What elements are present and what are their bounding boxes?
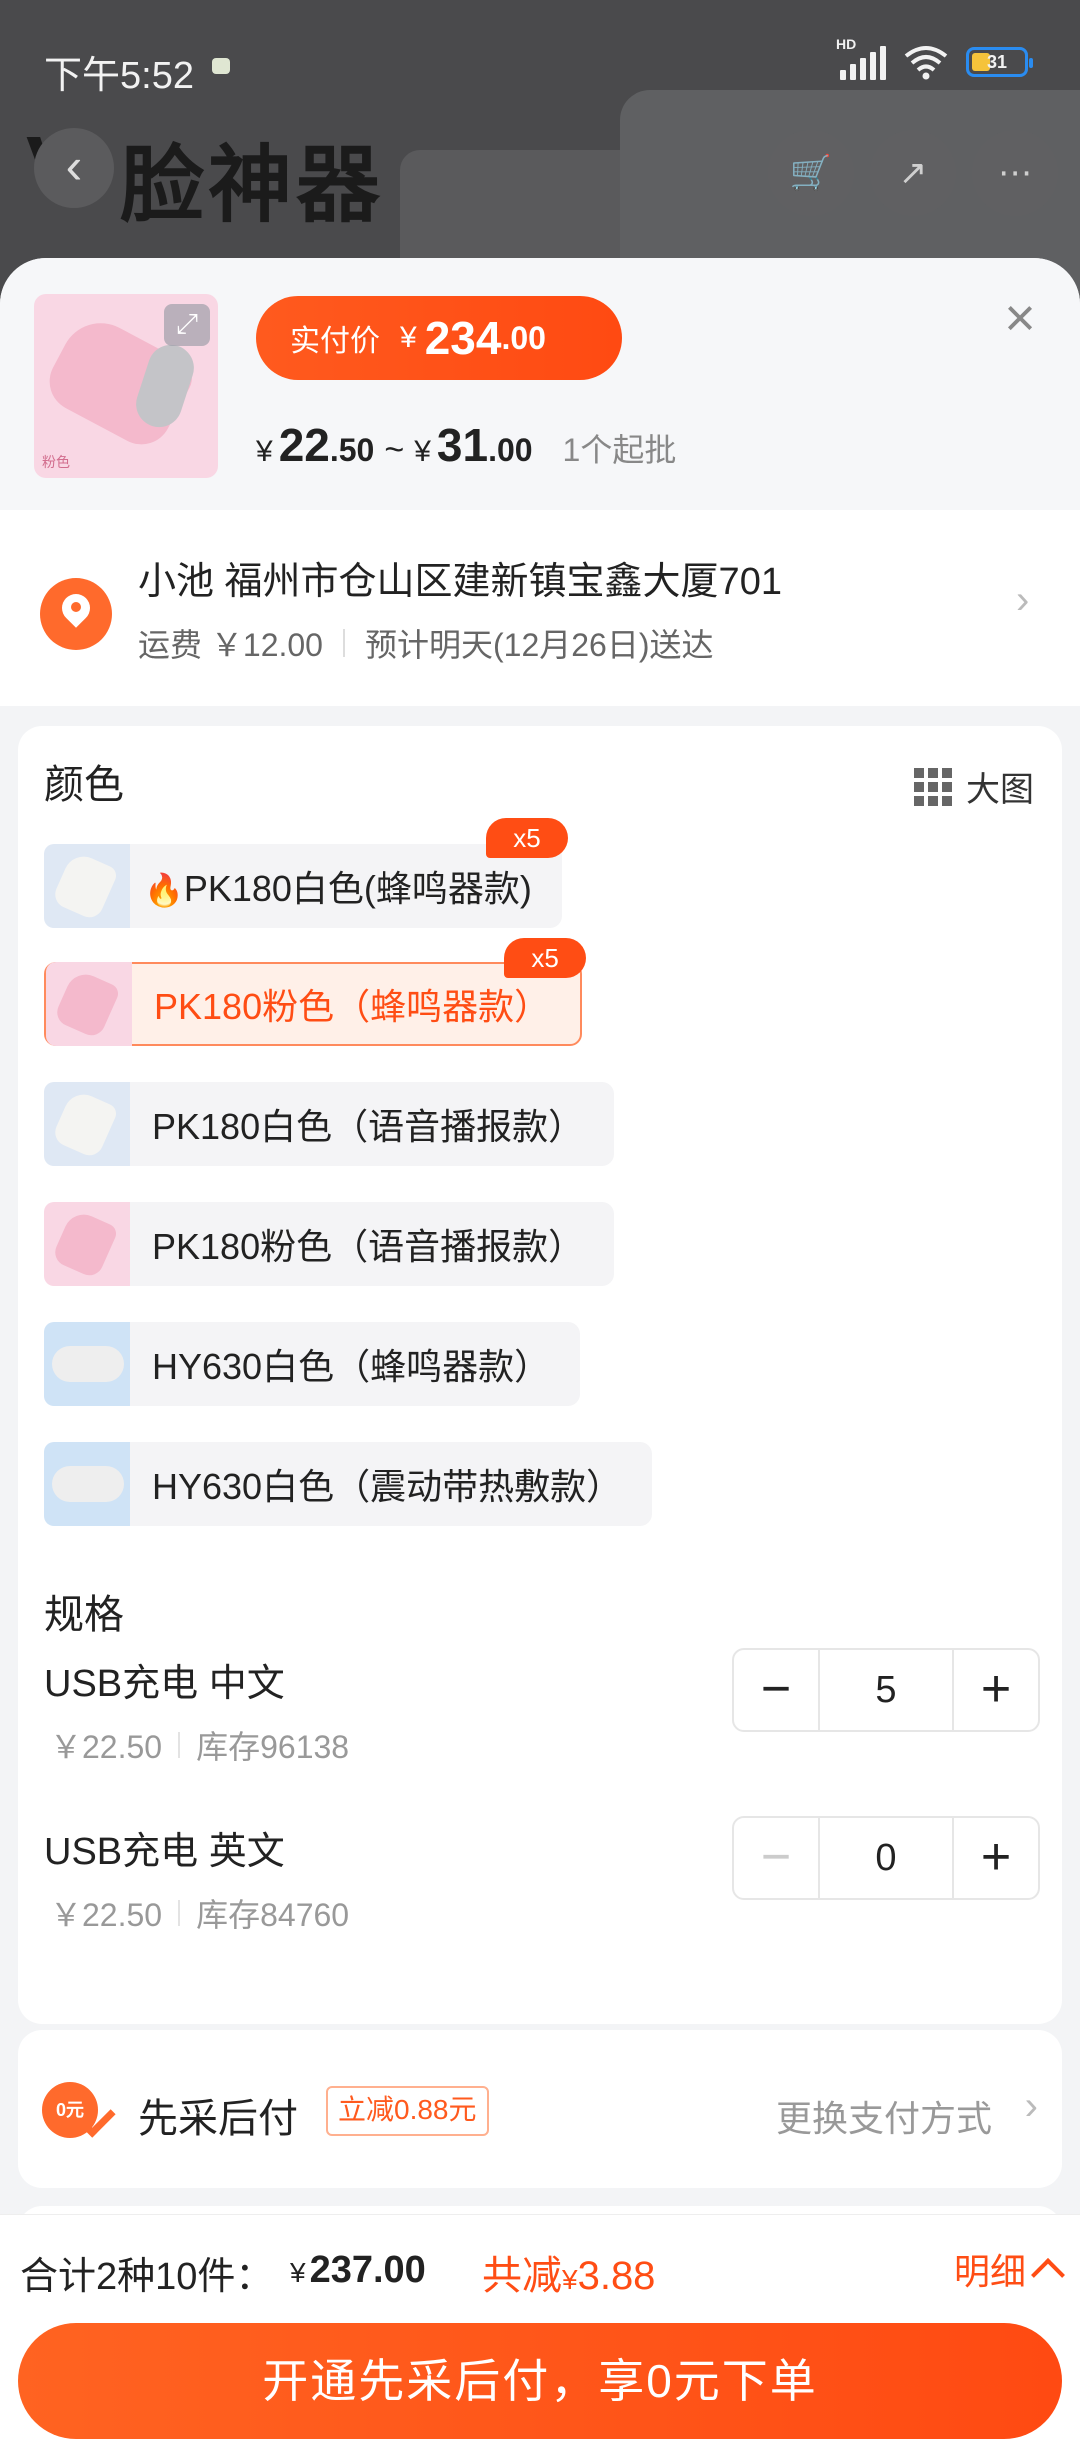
spec-price: ￥22.50 bbox=[50, 1729, 163, 1765]
quantity-badge: x5 bbox=[504, 938, 587, 978]
pay-later-icon: 0元 bbox=[42, 2082, 116, 2144]
detail-toggle[interactable]: 明细 bbox=[954, 2243, 1065, 2295]
thumbnail-tag: 粉色 bbox=[42, 454, 70, 470]
address-line: 小池 福州市仓山区建新镇宝鑫大厦701 bbox=[138, 561, 782, 603]
product-thumbnail[interactable]: 粉色 ⤢ bbox=[34, 294, 218, 478]
chevron-up-icon bbox=[1031, 2258, 1065, 2292]
change-payment-link[interactable]: 更换支付方式 bbox=[776, 2090, 992, 2142]
quantity-value[interactable]: 5 bbox=[818, 1650, 954, 1730]
status-bar: 下午5:52 HD 31 bbox=[0, 0, 1080, 130]
increase-button[interactable]: + bbox=[954, 1650, 1038, 1730]
sheet-header: 粉色 ⤢ 实付价 ¥ 234 .00 ¥ 22 .50 ~ ¥ 31 .00 1… bbox=[0, 258, 1080, 510]
battery-icon: 31 bbox=[966, 47, 1033, 77]
delivery-estimate: 预计明天(12月26日)送达 bbox=[364, 627, 714, 663]
fire-icon: 🔥 bbox=[144, 872, 184, 908]
shipping-fee: 运费 ￥12.00 bbox=[138, 627, 323, 663]
decrease-button[interactable]: − bbox=[734, 1818, 818, 1898]
payment-method-row[interactable]: 0元 先采后付 立减0.88元 更换支付方式 › bbox=[18, 2030, 1062, 2188]
quantity-badge: x5 bbox=[485, 818, 568, 858]
back-icon: ‹ bbox=[34, 128, 114, 208]
checkout-bar: 合计2种10件： ¥237.00 共减¥3.88 明细 开通先采后付，享0元下单 bbox=[0, 2214, 1080, 2460]
actual-price-pill: 实付价 ¥ 234 .00 bbox=[256, 296, 622, 380]
discount-total: 共减¥3.88 bbox=[482, 2254, 656, 2298]
min-order-qty: 1个起批 bbox=[562, 432, 677, 468]
decrease-button[interactable]: − bbox=[734, 1650, 818, 1730]
spec-title: 规格 bbox=[44, 1593, 124, 1637]
close-icon[interactable]: × bbox=[996, 291, 1044, 345]
network-type: HD bbox=[836, 36, 857, 52]
cart-icon: 🛒 bbox=[768, 130, 854, 216]
color-option[interactable]: 🔥PK180白色(蜂鸣器款) x5 bbox=[44, 818, 568, 928]
signal-icon: HD bbox=[836, 36, 886, 80]
quantity-value[interactable]: 0 bbox=[818, 1818, 954, 1898]
status-time: 下午5:52 bbox=[44, 55, 194, 97]
share-icon: ↗ bbox=[870, 130, 956, 216]
color-option[interactable]: HY630白色（震动带热敷款） bbox=[44, 1442, 653, 1526]
battery-level: 31 bbox=[986, 52, 1008, 72]
options-card: 颜色 大图 🔥PK180白色(蜂鸣器款) x5 PK180粉色（蜂鸣器款） x5… bbox=[18, 726, 1062, 2024]
total-amount: ¥237.00 bbox=[290, 2249, 426, 2291]
more-icon: ⋯ bbox=[972, 130, 1058, 216]
expand-icon[interactable]: ⤢ bbox=[164, 304, 210, 346]
spec-stock: 库存84760 bbox=[196, 1897, 350, 1933]
grid-icon bbox=[914, 767, 952, 806]
quantity-stepper: − 5 + bbox=[732, 1648, 1040, 1732]
total-label: 合计2种10件： bbox=[20, 2256, 274, 2298]
background-title: 脸神器 bbox=[120, 138, 385, 232]
location-icon bbox=[40, 578, 112, 650]
spec-stock: 库存96138 bbox=[196, 1729, 350, 1765]
address-row[interactable]: 小池 福州市仓山区建新镇宝鑫大厦701 运费 ￥12.00 预计明天(12月26… bbox=[0, 510, 1080, 706]
spec-name: USB充电 中文 bbox=[44, 1663, 285, 1705]
price-range: ¥ 22 .50 ~ ¥ 31 .00 1个起批 bbox=[256, 419, 677, 471]
spec-price: ￥22.50 bbox=[50, 1897, 163, 1933]
notification-icon bbox=[212, 58, 230, 74]
pay-later-title: 先采后付 bbox=[138, 2097, 298, 2141]
big-view-toggle[interactable]: 大图 bbox=[914, 762, 1034, 811]
quantity-stepper: − 0 + bbox=[732, 1816, 1040, 1900]
color-option[interactable]: HY630白色（蜂鸣器款） bbox=[44, 1322, 581, 1406]
sku-sheet: 粉色 ⤢ 实付价 ¥ 234 .00 ¥ 22 .50 ~ ¥ 31 .00 1… bbox=[0, 258, 1080, 2460]
increase-button[interactable]: + bbox=[954, 1818, 1038, 1898]
chevron-right-icon: › bbox=[1024, 2084, 1038, 2128]
discount-tag: 立减0.88元 bbox=[326, 2086, 489, 2136]
color-option-selected[interactable]: PK180粉色（蜂鸣器款） x5 bbox=[44, 938, 587, 1046]
spec-name: USB充电 英文 bbox=[44, 1831, 285, 1873]
chevron-right-icon: › bbox=[1016, 578, 1030, 622]
wifi-icon bbox=[904, 46, 948, 80]
actual-price-label: 实付价 bbox=[290, 325, 380, 358]
color-title: 颜色 bbox=[44, 763, 124, 807]
checkout-button[interactable]: 开通先采后付，享0元下单 bbox=[18, 2323, 1062, 2439]
color-option[interactable]: PK180粉色（语音播报款） bbox=[44, 1202, 615, 1286]
actual-price-value: 234 bbox=[424, 312, 502, 364]
color-option[interactable]: PK180白色（语音播报款） bbox=[44, 1082, 615, 1166]
